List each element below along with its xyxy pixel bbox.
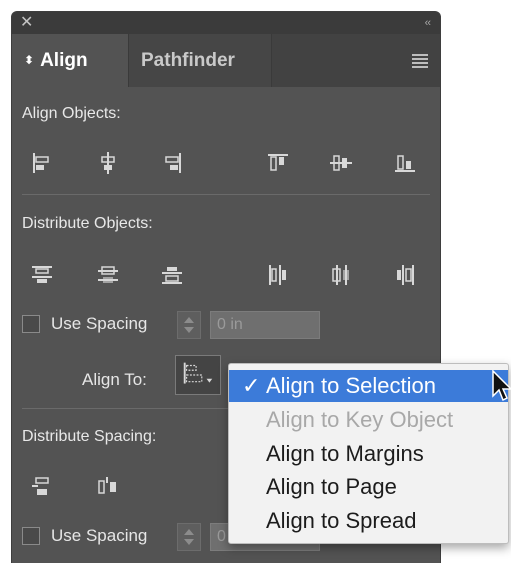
- distribute-horizontal-centers-icon[interactable]: [328, 262, 354, 288]
- panel-tabs: ⬍ Align Pathfinder: [12, 34, 440, 87]
- align-horizontal-centers-icon[interactable]: [95, 150, 121, 176]
- align-to-menu: ✓ Align to Selection Align to Key Object…: [228, 363, 509, 544]
- menu-item-align-to-key-object: Align to Key Object: [266, 407, 454, 432]
- align-top-edges-icon[interactable]: [265, 150, 291, 176]
- distribute-left-edges-icon[interactable]: [265, 262, 291, 288]
- align-to-label: Align To:: [82, 370, 147, 389]
- use-spacing-label-2: Use Spacing: [51, 526, 148, 545]
- align-bottom-edges-icon[interactable]: [392, 150, 418, 176]
- distribute-right-edges-icon[interactable]: [392, 262, 418, 288]
- hamburger-menu-icon[interactable]: [412, 54, 428, 68]
- menu-item-align-to-page[interactable]: Align to Page: [229, 471, 508, 503]
- use-spacing-label: Use Spacing: [51, 314, 148, 333]
- align-to-selection-icon: [183, 362, 213, 384]
- align-to-dropdown-button[interactable]: [175, 355, 221, 395]
- distribute-vertical-centers-icon[interactable]: [95, 262, 121, 288]
- align-objects-label: Align Objects:: [22, 105, 121, 122]
- section-divider: [22, 194, 430, 195]
- collapse-panel-icon[interactable]: ‹‹: [425, 14, 431, 32]
- distribute-horizontal-space-icon[interactable]: [95, 474, 121, 500]
- use-spacing-checkbox[interactable]: [22, 315, 40, 333]
- distribute-top-edges-icon[interactable]: [29, 262, 55, 288]
- panel-titlebar: ✕ ‹‹: [12, 12, 440, 34]
- close-icon[interactable]: ✕: [20, 13, 33, 33]
- menu-item-align-to-margins[interactable]: Align to Margins: [229, 438, 508, 470]
- menu-item-align-to-selection[interactable]: ✓ Align to Selection: [229, 370, 508, 402]
- spacing-stepper-2[interactable]: [177, 523, 201, 551]
- distribute-objects-label: Distribute Objects:: [22, 215, 153, 232]
- tab-align[interactable]: ⬍ Align: [12, 34, 128, 87]
- tab-pathfinder[interactable]: Pathfinder: [128, 34, 272, 87]
- distribute-spacing-label: Distribute Spacing:: [22, 428, 157, 445]
- up-down-arrows-icon: ⬍: [24, 53, 35, 67]
- spacing-stepper[interactable]: [177, 311, 201, 339]
- checkmark-icon: ✓: [242, 373, 261, 398]
- align-left-edges-icon[interactable]: [29, 150, 55, 176]
- menu-item-align-to-spread[interactable]: Align to Spread: [229, 505, 508, 537]
- align-vertical-centers-icon[interactable]: [328, 150, 354, 176]
- use-spacing-checkbox-2[interactable]: [22, 527, 40, 545]
- distribute-bottom-edges-icon[interactable]: [159, 262, 185, 288]
- mouse-cursor-icon: [492, 370, 511, 402]
- tab-align-label: Align: [40, 50, 88, 71]
- align-right-edges-icon[interactable]: [159, 150, 185, 176]
- spacing-input[interactable]: 0 in: [210, 311, 320, 339]
- distribute-vertical-space-icon[interactable]: [29, 474, 55, 500]
- tab-pathfinder-label: Pathfinder: [141, 50, 235, 71]
